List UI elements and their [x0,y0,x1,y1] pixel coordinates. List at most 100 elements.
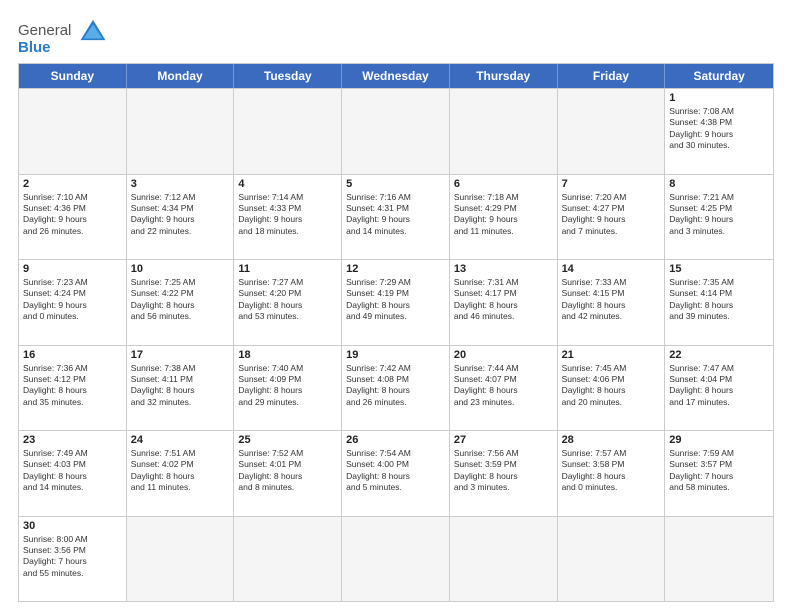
day-number: 28 [562,434,661,446]
day-number: 23 [23,434,122,446]
calendar-cell: 13 Sunrise: 7:31 AM Sunset: 4:17 PM Dayli… [450,260,558,345]
header-day-tuesday: Tuesday [234,64,342,88]
day-info: Sunrise: 7:16 AM Sunset: 4:31 PM Dayligh… [346,192,445,238]
day-number: 8 [669,178,769,190]
calendar-cell: 17 Sunrise: 7:38 AM Sunset: 4:11 PM Dayli… [127,346,235,431]
day-number: 19 [346,349,445,361]
day-number: 12 [346,263,445,275]
calendar: SundayMondayTuesdayWednesdayThursdayFrid… [18,63,774,602]
day-number: 30 [23,520,122,532]
calendar-body: 1 Sunrise: 7:08 AM Sunset: 4:38 PM Daylig… [19,88,773,601]
day-info: Sunrise: 7:20 AM Sunset: 4:27 PM Dayligh… [562,192,661,238]
day-number: 14 [562,263,661,275]
day-number: 10 [131,263,230,275]
day-info: Sunrise: 7:47 AM Sunset: 4:04 PM Dayligh… [669,363,769,409]
logo: General Blue [18,20,107,55]
calendar-cell: 1 Sunrise: 7:08 AM Sunset: 4:38 PM Daylig… [665,89,773,174]
calendar-cell [558,89,666,174]
header-day-sunday: Sunday [19,64,127,88]
calendar-cell: 14Sunrise: 7:33 AM Sunset: 4:15 PM Dayli… [558,260,666,345]
calendar-cell [342,517,450,602]
calendar-cell [127,89,235,174]
day-info: Sunrise: 7:54 AM Sunset: 4:00 PM Dayligh… [346,448,445,494]
day-number: 22 [669,349,769,361]
calendar-cell: 15Sunrise: 7:35 AM Sunset: 4:14 PM Dayli… [665,260,773,345]
day-number: 24 [131,434,230,446]
day-info: Sunrise: 8:00 AM Sunset: 3:56 PM Dayligh… [23,534,122,580]
calendar-cell: 8Sunrise: 7:21 AM Sunset: 4:25 PM Daylig… [665,175,773,260]
day-info: Sunrise: 7:56 AM Sunset: 3:59 PM Dayligh… [454,448,553,494]
header-day-friday: Friday [558,64,666,88]
calendar-cell: 16 Sunrise: 7:36 AM Sunset: 4:12 PM Dayli… [19,346,127,431]
calendar-cell: 25Sunrise: 7:52 AM Sunset: 4:01 PM Dayli… [234,431,342,516]
calendar-cell: 2 Sunrise: 7:10 AM Sunset: 4:36 PM Daylig… [19,175,127,260]
calendar-cell: 7 Sunrise: 7:20 AM Sunset: 4:27 PM Daylig… [558,175,666,260]
header-day-thursday: Thursday [450,64,558,88]
page-header: General Blue [18,16,774,55]
day-number: 7 [562,178,661,190]
calendar-cell: 19 Sunrise: 7:42 AM Sunset: 4:08 PM Dayli… [342,346,450,431]
calendar-week-3: 9 Sunrise: 7:23 AM Sunset: 4:24 PM Daylig… [19,259,773,345]
day-info: Sunrise: 7:45 AM Sunset: 4:06 PM Dayligh… [562,363,661,409]
calendar-cell: 29Sunrise: 7:59 AM Sunset: 3:57 PM Dayli… [665,431,773,516]
calendar-cell [665,517,773,602]
day-info: Sunrise: 7:42 AM Sunset: 4:08 PM Dayligh… [346,363,445,409]
calendar-cell: 12 Sunrise: 7:29 AM Sunset: 4:19 PM Dayli… [342,260,450,345]
day-info: Sunrise: 7:44 AM Sunset: 4:07 PM Dayligh… [454,363,553,409]
calendar-cell: 26Sunrise: 7:54 AM Sunset: 4:00 PM Dayli… [342,431,450,516]
day-number: 13 [454,263,553,275]
day-info: Sunrise: 7:08 AM Sunset: 4:38 PM Dayligh… [669,106,769,152]
day-number: 11 [238,263,337,275]
day-info: Sunrise: 7:31 AM Sunset: 4:17 PM Dayligh… [454,277,553,323]
day-number: 17 [131,349,230,361]
day-info: Sunrise: 7:25 AM Sunset: 4:22 PM Dayligh… [131,277,230,323]
calendar-week-6: 30 Sunrise: 8:00 AM Sunset: 3:56 PM Dayli… [19,516,773,602]
day-info: Sunrise: 7:27 AM Sunset: 4:20 PM Dayligh… [238,277,337,323]
day-info: Sunrise: 7:35 AM Sunset: 4:14 PM Dayligh… [669,277,769,323]
calendar-cell: 27 Sunrise: 7:56 AM Sunset: 3:59 PM Dayli… [450,431,558,516]
day-info: Sunrise: 7:57 AM Sunset: 3:58 PM Dayligh… [562,448,661,494]
day-info: Sunrise: 7:23 AM Sunset: 4:24 PM Dayligh… [23,277,122,323]
day-number: 1 [669,92,769,104]
calendar-cell [558,517,666,602]
day-info: Sunrise: 7:40 AM Sunset: 4:09 PM Dayligh… [238,363,337,409]
calendar-cell: 10 Sunrise: 7:25 AM Sunset: 4:22 PM Dayli… [127,260,235,345]
calendar-cell: 3Sunrise: 7:12 AM Sunset: 4:34 PM Daylig… [127,175,235,260]
day-info: Sunrise: 7:38 AM Sunset: 4:11 PM Dayligh… [131,363,230,409]
header-day-saturday: Saturday [665,64,773,88]
day-info: Sunrise: 7:49 AM Sunset: 4:03 PM Dayligh… [23,448,122,494]
calendar-cell: 5 Sunrise: 7:16 AM Sunset: 4:31 PM Daylig… [342,175,450,260]
day-number: 5 [346,178,445,190]
calendar-cell: 9 Sunrise: 7:23 AM Sunset: 4:24 PM Daylig… [19,260,127,345]
day-number: 16 [23,349,122,361]
calendar-cell: 23 Sunrise: 7:49 AM Sunset: 4:03 PM Dayli… [19,431,127,516]
day-number: 9 [23,263,122,275]
calendar-week-4: 16 Sunrise: 7:36 AM Sunset: 4:12 PM Dayli… [19,345,773,431]
day-info: Sunrise: 7:29 AM Sunset: 4:19 PM Dayligh… [346,277,445,323]
day-number: 21 [562,349,661,361]
day-number: 4 [238,178,337,190]
calendar-header: SundayMondayTuesdayWednesdayThursdayFrid… [19,64,773,88]
day-number: 27 [454,434,553,446]
calendar-cell: 20Sunrise: 7:44 AM Sunset: 4:07 PM Dayli… [450,346,558,431]
calendar-cell: 4Sunrise: 7:14 AM Sunset: 4:33 PM Daylig… [234,175,342,260]
calendar-cell [450,517,558,602]
calendar-cell [127,517,235,602]
day-number: 2 [23,178,122,190]
calendar-cell: 30 Sunrise: 8:00 AM Sunset: 3:56 PM Dayli… [19,517,127,602]
day-info: Sunrise: 7:52 AM Sunset: 4:01 PM Dayligh… [238,448,337,494]
day-info: Sunrise: 7:10 AM Sunset: 4:36 PM Dayligh… [23,192,122,238]
calendar-cell [342,89,450,174]
calendar-cell: 21 Sunrise: 7:45 AM Sunset: 4:06 PM Dayli… [558,346,666,431]
calendar-cell: 24 Sunrise: 7:51 AM Sunset: 4:02 PM Dayli… [127,431,235,516]
header-day-wednesday: Wednesday [342,64,450,88]
calendar-cell: 18Sunrise: 7:40 AM Sunset: 4:09 PM Dayli… [234,346,342,431]
calendar-cell [234,89,342,174]
day-number: 6 [454,178,553,190]
calendar-week-5: 23 Sunrise: 7:49 AM Sunset: 4:03 PM Dayli… [19,430,773,516]
day-info: Sunrise: 7:36 AM Sunset: 4:12 PM Dayligh… [23,363,122,409]
day-number: 3 [131,178,230,190]
calendar-week-1: 1 Sunrise: 7:08 AM Sunset: 4:38 PM Daylig… [19,88,773,174]
day-info: Sunrise: 7:51 AM Sunset: 4:02 PM Dayligh… [131,448,230,494]
day-info: Sunrise: 7:59 AM Sunset: 3:57 PM Dayligh… [669,448,769,494]
